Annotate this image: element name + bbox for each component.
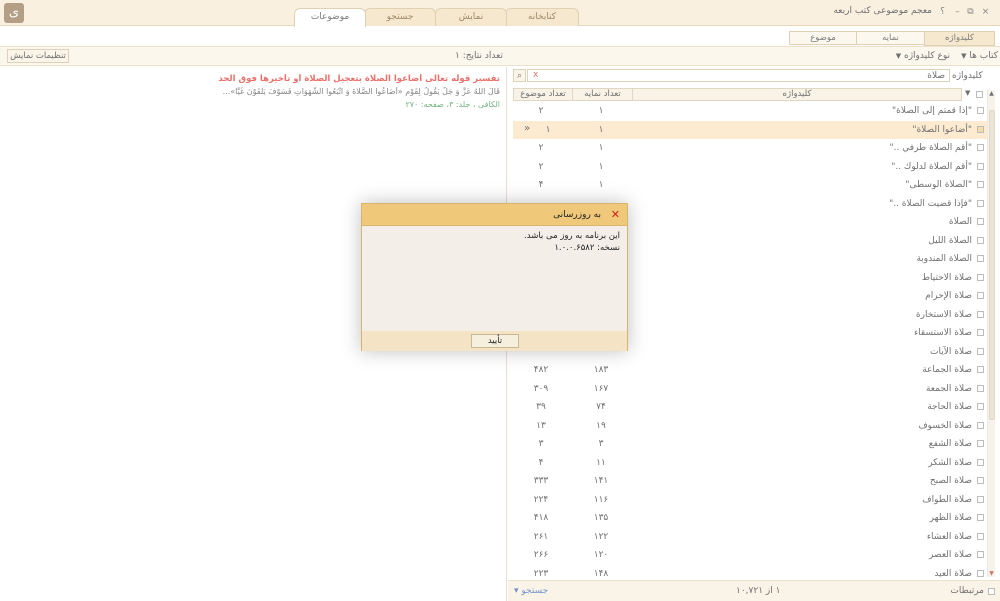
dialog-version: نسخه: ۱.۰.۰.۶۵۸۲ [554, 243, 620, 253]
dialog-title: به روزرسانی [553, 210, 601, 220]
dialog-message: این برنامه به روز می باشد. [524, 231, 620, 241]
update-dialog: به روزرسانی ✕ این برنامه به روز می باشد.… [361, 203, 628, 351]
dialog-footer: تأیید [362, 331, 627, 351]
dialog-titlebar: به روزرسانی ✕ [362, 204, 627, 226]
dialog-close-icon[interactable]: ✕ [611, 208, 620, 221]
ok-button[interactable]: تأیید [471, 334, 519, 348]
